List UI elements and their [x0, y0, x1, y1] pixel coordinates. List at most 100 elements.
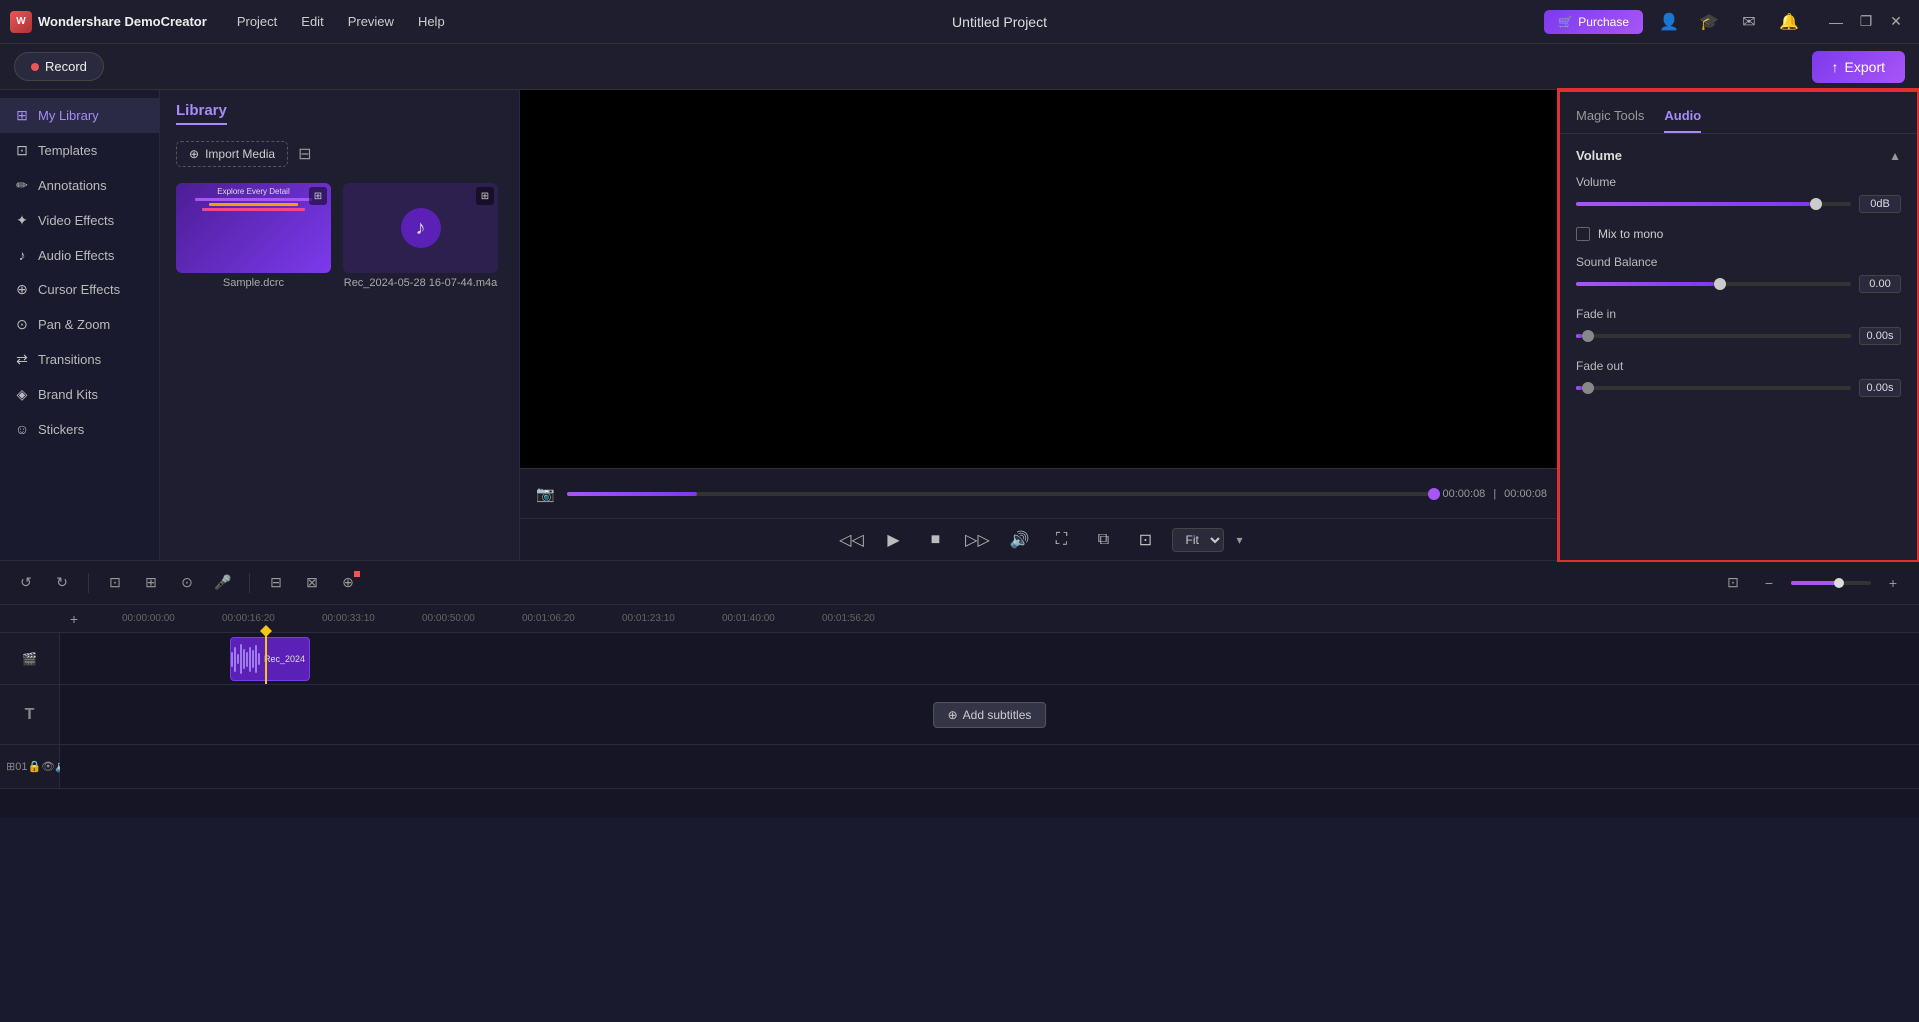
sidebar-item-annotations[interactable]: ✏ Annotations [0, 168, 159, 203]
ruler-mark-3: 00:00:50:00 [420, 613, 520, 624]
video-track-label: 🎬 [0, 633, 60, 684]
cursor-effects-icon: ⊕ [14, 281, 30, 298]
fit-select[interactable]: Fit [1172, 528, 1224, 552]
sidebar-item-templates[interactable]: ⊡ Templates [0, 133, 159, 168]
fullscreen-button[interactable]: ⛶ [1046, 525, 1076, 555]
stop-button[interactable]: ■ [920, 525, 950, 555]
audio-effects-icon: ♪ [14, 247, 30, 263]
volume-collapse-icon[interactable]: ▲ [1889, 149, 1901, 163]
group-button[interactable]: ⊠ [298, 569, 326, 597]
wave-bar-2 [234, 647, 236, 672]
record-button[interactable]: Record [14, 52, 104, 81]
menu-preview[interactable]: Preview [338, 10, 404, 33]
record-timeline-button[interactable]: 🎤 [209, 569, 237, 597]
skip-forward-button[interactable]: ▷▷ [962, 525, 992, 555]
import-media-button[interactable]: ⊕ Import Media [176, 141, 288, 167]
graduation-icon[interactable]: 🎓 [1695, 8, 1723, 36]
purchase-button[interactable]: 🛒 Purchase [1544, 10, 1643, 34]
text-track-content[interactable]: ⊕ Add subtitles [60, 685, 1919, 744]
wave-bar-6 [246, 652, 248, 667]
zoom-fill [1791, 581, 1839, 585]
filter-icon[interactable]: ⊟ [298, 144, 311, 164]
sidebar-item-my-library[interactable]: ⊞ My Library [0, 98, 159, 133]
zoom-out-button[interactable]: − [1755, 569, 1783, 597]
sidebar-item-transitions[interactable]: ⇄ Transitions [0, 342, 159, 377]
notification-dot [354, 571, 360, 577]
zoom-in-button[interactable]: + [1879, 569, 1907, 597]
add-track-button[interactable]: + [60, 605, 88, 633]
menu-help[interactable]: Help [408, 10, 455, 33]
tab-audio[interactable]: Audio [1664, 102, 1701, 133]
progress-bar[interactable] [567, 492, 1435, 496]
sidebar-item-audio-effects[interactable]: ♪ Audio Effects [0, 238, 159, 272]
plus-circle-icon: ⊕ [189, 147, 199, 161]
fade-in-slider-track[interactable] [1576, 334, 1851, 338]
split-button[interactable]: ⊞ [137, 569, 165, 597]
volume-slider-track[interactable] [1576, 202, 1851, 206]
video-clip[interactable]: Rec_2024 [230, 637, 310, 681]
preview-area: 📷 00:00:08 | 00:00:08 ◁◁ ▶ ■ ▷▷ 🔊 ⛶ ⧉ ⊡ … [520, 90, 1559, 560]
timeline-area: ↺ ↻ ⊡ ⊞ ⊙ 🎤 ⊟ ⊠ ⊕ ⊡ − + + 00:00:00:00 00… [0, 560, 1919, 818]
maximize-button[interactable]: ❐ [1853, 9, 1879, 35]
bell-icon[interactable]: 🔔 [1775, 8, 1803, 36]
undo-button[interactable]: ↺ [12, 569, 40, 597]
export-button[interactable]: ↑ Export [1812, 51, 1905, 83]
plus-circle-subtitle-icon: ⊕ [948, 708, 958, 722]
menu-project[interactable]: Project [227, 10, 287, 33]
media-item-rec[interactable]: ♪ ⊞ Rec_2024-05-28 16-07-44.m4a [343, 183, 498, 289]
right-panel: Magic Tools Audio Volume ▲ Volume 0dB [1559, 90, 1919, 560]
add-subtitle-button[interactable]: ⊕ Add subtitles [933, 702, 1047, 728]
sidebar-item-cursor-effects[interactable]: ⊕ Cursor Effects [0, 272, 159, 307]
sidebar-item-video-effects[interactable]: ✦ Video Effects [0, 203, 159, 238]
sidebar-item-label-video-effects: Video Effects [38, 213, 114, 228]
media-item-sample[interactable]: Explore Every Detail ⊞ Sample.dcrc [176, 183, 331, 289]
audio-lock-icon[interactable]: 🔒 [27, 760, 41, 773]
close-button[interactable]: ✕ [1883, 9, 1909, 35]
minimize-button[interactable]: — [1823, 9, 1849, 35]
progress-thumb [1428, 488, 1440, 500]
skip-back-button[interactable]: ◁◁ [836, 525, 866, 555]
wave-bar-4 [240, 644, 242, 674]
trim-button[interactable]: ⊡ [101, 569, 129, 597]
expand-button[interactable]: ⊡ [1130, 525, 1160, 555]
effects-button[interactable]: ⊕ [334, 569, 362, 597]
profile-icon[interactable]: 👤 [1655, 8, 1683, 36]
sidebar-item-pan-zoom[interactable]: ⊙ Pan & Zoom [0, 307, 159, 342]
library-tab[interactable]: Library [176, 102, 227, 125]
media-name-sample: Sample.dcrc [176, 277, 331, 289]
record-label: Record [45, 59, 87, 74]
timeline-toolbar: ↺ ↻ ⊡ ⊞ ⊙ 🎤 ⊟ ⊠ ⊕ ⊡ − + [0, 561, 1919, 605]
mix-to-mono-checkbox[interactable] [1576, 227, 1590, 241]
thumb-bar-1 [195, 198, 313, 201]
sidebar-item-label-my-library: My Library [38, 108, 99, 123]
mail-icon[interactable]: ✉ [1735, 8, 1763, 36]
zoom-slider[interactable] [1791, 581, 1871, 585]
play-button[interactable]: ▶ [878, 525, 908, 555]
fade-in-thumb [1582, 330, 1594, 342]
fade-out-slider-track[interactable] [1576, 386, 1851, 390]
marker-button[interactable]: ⊙ [173, 569, 201, 597]
clip-button[interactable]: ⊟ [262, 569, 290, 597]
text-track-label: T [0, 685, 60, 744]
fit-timeline-button[interactable]: ⊡ [1719, 569, 1747, 597]
video-track-content[interactable]: Rec_2024 [60, 633, 1919, 684]
redo-button[interactable]: ↻ [48, 569, 76, 597]
library-panel: Library ⊕ Import Media ⊟ Explore Every D… [160, 90, 520, 560]
thumb-bar-3 [202, 208, 305, 211]
wave-bar-1 [231, 652, 233, 667]
tab-magic-tools[interactable]: Magic Tools [1576, 102, 1644, 133]
volume-button[interactable]: 🔊 [1004, 525, 1034, 555]
audio-visibility-icon[interactable]: 👁 [41, 760, 55, 773]
menu-edit[interactable]: Edit [291, 10, 333, 33]
sound-balance-slider-track[interactable] [1576, 282, 1851, 286]
sidebar-item-brand-kits[interactable]: ◈ Brand Kits [0, 377, 159, 412]
camera-icon[interactable]: 📷 [532, 483, 559, 505]
fit-chevron-icon[interactable]: ▾ [1236, 533, 1242, 547]
left-sidebar: ⊞ My Library ⊡ Templates ✏ Annotations ✦… [0, 90, 160, 560]
sound-balance-thumb [1714, 278, 1726, 290]
timeline-right-controls: ⊡ − + [1719, 569, 1907, 597]
fade-in-row: 0.00s [1576, 327, 1901, 345]
playhead [265, 633, 267, 684]
sidebar-item-stickers[interactable]: ☺ Stickers [0, 412, 159, 446]
crop-button[interactable]: ⧉ [1088, 525, 1118, 555]
